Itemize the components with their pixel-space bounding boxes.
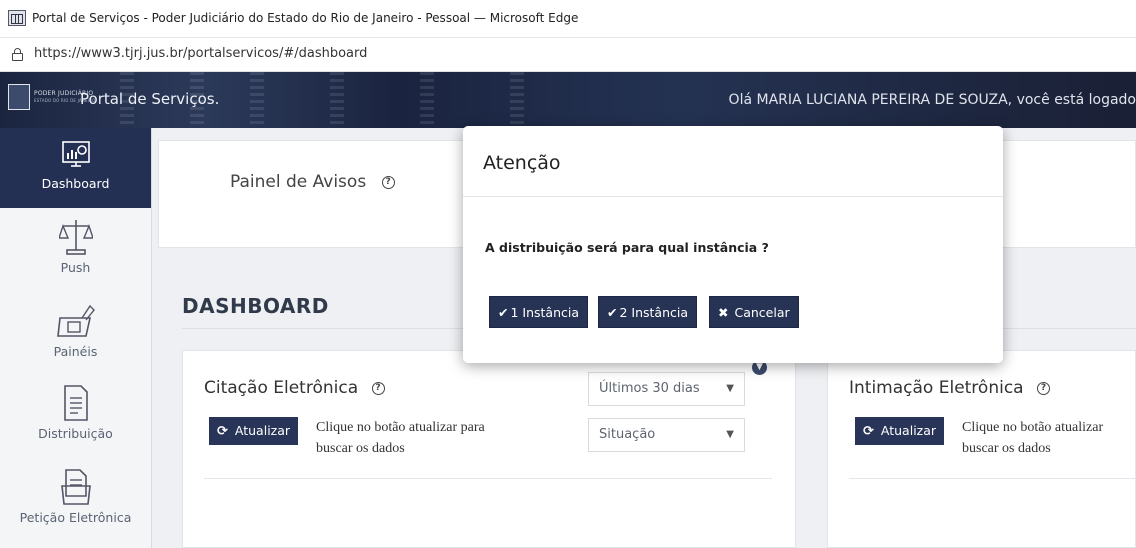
site-header: PODER JUDICIÁRIO ESTADO DO RIO DE JANEIR…	[0, 72, 1136, 128]
help-icon[interactable]: ?	[1037, 381, 1050, 395]
address-bar[interactable]: https://www3.tjrj.jus.br/portalservicos/…	[0, 38, 1136, 72]
sidebar: Dashboard Push Painéis Distribuição Peti…	[0, 128, 152, 548]
sidebar-item-push[interactable]: Push	[0, 218, 151, 293]
portal-title[interactable]: Portal de Serviços.	[80, 90, 219, 108]
sidebar-item-label: Push	[60, 260, 91, 275]
dialog-title: Atenção	[483, 152, 561, 174]
chevron-down-icon: ▼	[726, 383, 734, 394]
intimacao-hint: Clique no botão atualizar buscar os dados	[962, 420, 1104, 456]
sidebar-item-label: Painéis	[53, 344, 98, 359]
citacao-refresh-button[interactable]: ⟳ Atualizar	[209, 417, 299, 445]
check-icon: ✔	[498, 305, 509, 320]
sidebar-item-paineis[interactable]: Painéis	[0, 304, 151, 379]
help-icon[interactable]: ?	[371, 381, 385, 395]
help-icon[interactable]: ?	[381, 175, 395, 189]
user-greeting: Olá MARIA LUCIANA PEREIRA DE SOUZA, você…	[728, 92, 1136, 108]
dashboard-chart-icon	[61, 141, 90, 167]
instance-dialog: Atenção A distribuição será para qual in…	[463, 126, 1003, 363]
tjrj-logo-icon[interactable]	[8, 84, 30, 110]
intimacao-refresh-button[interactable]: ⟳ Atualizar	[855, 417, 945, 445]
dialog-divider	[463, 196, 1003, 197]
check-icon: ✔	[607, 305, 618, 320]
tjrj-favicon-icon	[8, 10, 26, 26]
sidebar-item-label: Dashboard	[41, 176, 110, 191]
second-instance-button[interactable]: ✔ 2 Instância	[598, 296, 698, 328]
sidebar-item-label: Distribuição	[38, 426, 113, 441]
panel-icon	[56, 304, 95, 337]
page-title: DASHBOARD	[182, 294, 329, 318]
period-select[interactable]: Últimos 30 dias ▼	[588, 372, 745, 406]
sidebar-item-peticao-eletronica[interactable]: Petição Eletrônica	[0, 466, 151, 548]
avisos-title: Painel de Avisos ?	[230, 172, 395, 192]
refresh-icon: ⟳	[863, 424, 874, 439]
intimacao-divider	[849, 478, 1136, 479]
url-text[interactable]: https://www3.tjrj.jus.br/portalservicos/…	[34, 46, 367, 61]
citacao-title: Citação Eletrônica ?	[204, 378, 385, 398]
sidebar-item-label: Petição Eletrônica	[19, 510, 132, 525]
refresh-icon: ⟳	[217, 424, 228, 439]
document-icon	[63, 385, 88, 421]
status-select[interactable]: Situação ▼	[588, 418, 745, 452]
sidebar-item-distribuicao[interactable]: Distribuição	[0, 384, 151, 464]
window-title-bar: Portal de Serviços - Poder Judiciário do…	[0, 0, 1136, 38]
citacao-hint: Clique no botão atualizar para buscar os …	[316, 420, 485, 456]
citacao-divider	[204, 478, 772, 479]
scales-icon	[58, 220, 93, 255]
first-instance-button[interactable]: ✔ 1 Instância	[489, 296, 589, 328]
sidebar-item-dashboard[interactable]: Dashboard	[0, 128, 151, 208]
window-title: Portal de Serviços - Poder Judiciário do…	[32, 11, 579, 25]
cancel-button[interactable]: ✖ Cancelar	[709, 296, 799, 328]
intimacao-title: Intimação Eletrônica ?	[849, 378, 1050, 398]
chevron-down-icon: ▼	[726, 429, 734, 440]
folder-icon	[60, 469, 91, 505]
lock-icon[interactable]	[12, 48, 23, 61]
dialog-question: A distribuição será para qual instância …	[485, 240, 769, 255]
close-icon: ✖	[718, 305, 729, 320]
